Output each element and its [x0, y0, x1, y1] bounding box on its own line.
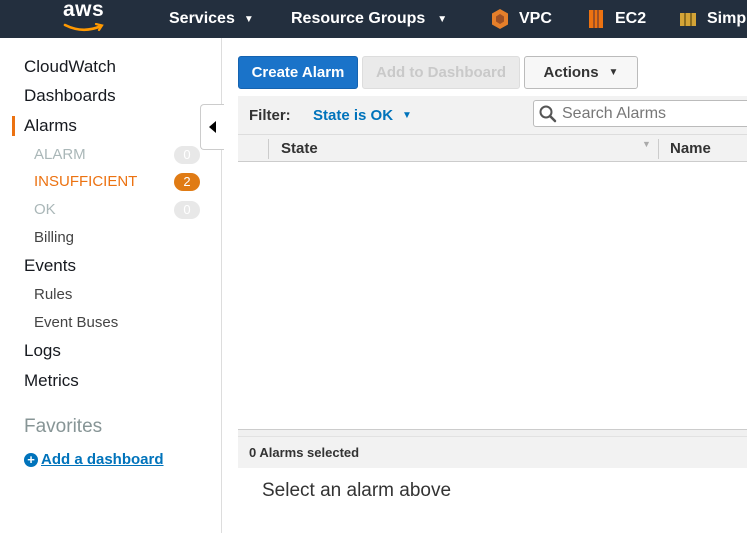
aws-logo-text: aws	[63, 0, 105, 21]
vpc-label: VPC	[519, 10, 552, 27]
actions-dropdown[interactable]: Actions ▼	[524, 56, 638, 89]
vpc-icon	[492, 9, 508, 29]
ec2-shortcut[interactable]: EC2	[587, 0, 646, 38]
sidebar-item-rules[interactable]: Rules	[34, 286, 72, 303]
sidebar-item-billing[interactable]: Billing	[34, 229, 74, 246]
alarm-count-badge: 0	[174, 146, 200, 164]
sidebar-item-cloudwatch[interactable]: CloudWatch	[24, 57, 116, 77]
empty-details-message: Select an alarm above	[262, 480, 452, 501]
column-divider	[658, 139, 659, 159]
actions-label: Actions	[543, 64, 599, 81]
ec2-icon	[589, 10, 603, 28]
insufficient-count-badge: 2	[174, 173, 200, 191]
services-label: Services	[169, 10, 235, 27]
resource-groups-menu[interactable]: Resource Groups ▼	[291, 0, 447, 38]
simple-service-label: Simp	[707, 10, 747, 27]
vpc-shortcut[interactable]: VPC	[491, 0, 552, 38]
resource-groups-label: Resource Groups	[291, 10, 426, 27]
state-filter-value: State is OK	[313, 107, 394, 124]
active-indicator	[12, 116, 15, 136]
column-header-name[interactable]: Name	[670, 140, 711, 157]
sidebar-item-ok-state[interactable]: OK	[34, 201, 56, 218]
add-to-dashboard-button[interactable]: Add to Dashboard	[362, 56, 520, 89]
search-box	[533, 100, 747, 127]
sidebar-item-events[interactable]: Events	[24, 256, 76, 276]
sidebar-item-logs[interactable]: Logs	[24, 341, 61, 361]
services-menu[interactable]: Services ▼	[169, 0, 254, 38]
top-navigation-bar: aws Services ▼ Resource Groups ▼ VPC EC2	[0, 0, 747, 38]
sidebar-item-insufficient-state[interactable]: INSUFFICIENT	[34, 173, 137, 190]
aws-smile-icon	[63, 23, 104, 32]
sidebar-item-dashboards[interactable]: Dashboards	[24, 86, 116, 106]
storage-icon	[680, 13, 696, 26]
plus-circle-icon: +	[24, 452, 38, 467]
caret-left-icon	[209, 121, 216, 133]
filter-bar: Filter: State is OK ▼	[238, 96, 747, 134]
chevron-down-icon: ▼	[437, 13, 448, 25]
collapse-sidebar-button[interactable]	[200, 104, 224, 150]
search-alarms-input[interactable]	[562, 103, 742, 124]
selection-bar: 0 Alarms selected	[238, 437, 747, 468]
ok-count-badge: 0	[174, 201, 200, 219]
column-divider	[268, 139, 269, 159]
add-dashboard-link[interactable]: + Add a dashboard	[24, 451, 164, 468]
search-icon	[539, 105, 557, 123]
favorites-heading: Favorites	[24, 416, 103, 437]
panel-resize-handle[interactable]	[238, 429, 747, 437]
simple-service-shortcut[interactable]: Simp	[679, 0, 746, 38]
ec2-label: EC2	[615, 10, 647, 27]
sidebar-item-metrics[interactable]: Metrics	[24, 371, 79, 391]
sidebar-item-alarms[interactable]: Alarms	[24, 116, 77, 136]
chevron-down-icon: ▼	[402, 110, 412, 121]
state-filter-dropdown[interactable]: State is OK ▼	[313, 107, 412, 124]
sort-icon[interactable]: ▼	[642, 139, 651, 149]
filter-label: Filter:	[249, 107, 291, 124]
selected-count: 0 Alarms selected	[249, 445, 360, 460]
sidebar-item-alarm-state[interactable]: ALARM	[34, 146, 86, 163]
chevron-down-icon: ▼	[243, 13, 254, 25]
aws-logo[interactable]: aws	[63, 0, 113, 36]
column-header-state[interactable]: State	[281, 140, 318, 157]
sidebar-item-event-buses[interactable]: Event Buses	[34, 314, 118, 331]
alarms-table-header: State ▼ Name	[238, 134, 747, 162]
chevron-down-icon: ▼	[608, 67, 619, 78]
add-dashboard-label: Add a dashboard	[41, 451, 164, 468]
create-alarm-button[interactable]: Create Alarm	[238, 56, 358, 89]
